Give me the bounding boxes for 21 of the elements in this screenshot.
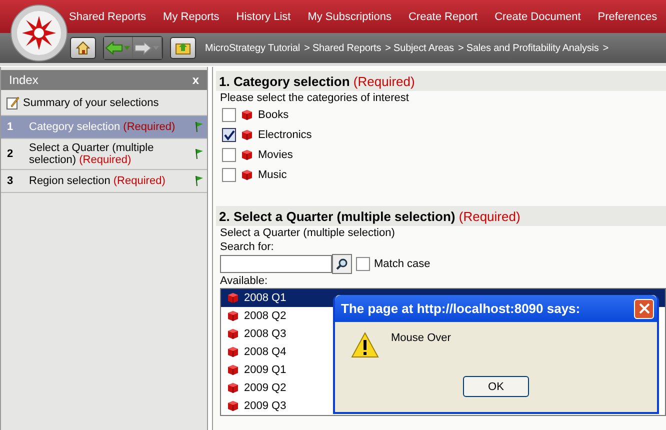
item-label: 2009 Q3: [244, 400, 286, 412]
prompt-text: Please select the categories of interest: [219, 91, 410, 105]
dialog-message: Mouse Over: [391, 332, 451, 346]
section-header: 2. Select a Quarter (multiple selection) (Required): [216, 206, 666, 226]
section-header: 1. Category selection (Required): [216, 71, 666, 91]
item-label: 2009 Q1: [244, 364, 286, 376]
item-label: 2008 Q1: [244, 292, 286, 304]
available-label: Available:: [219, 274, 268, 288]
search-label: Search for:: [219, 240, 275, 254]
option-label: Movies: [258, 149, 293, 161]
item-label: 2008 Q4: [244, 346, 286, 358]
item-label: 2009 Q2: [244, 382, 286, 394]
item-label: 2008 Q3: [244, 328, 286, 340]
option-label: Electronics: [258, 129, 312, 141]
option-label: Music: [258, 169, 287, 181]
prompt-text: Select a Quarter (multiple selection): [219, 226, 396, 240]
match-case-label: Match case: [374, 258, 430, 270]
item-label: 2008 Q2: [244, 310, 286, 322]
option-label: Books: [258, 109, 289, 121]
dialog-title: The page at http://localhost:8090 says:: [341, 301, 580, 316]
index-title: Index: [9, 73, 38, 87]
